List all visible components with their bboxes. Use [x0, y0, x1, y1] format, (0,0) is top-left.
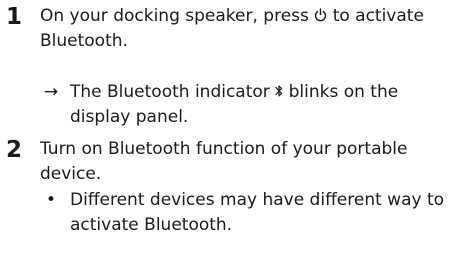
result-text-before: The Bluetooth indicator: [70, 82, 270, 102]
step-number: 1: [6, 4, 23, 30]
power-icon: [314, 4, 327, 29]
result-text: The Bluetooth indicator blinks on the di…: [70, 80, 455, 130]
bullet-icon: •: [45, 190, 57, 210]
step-number: 2: [6, 137, 23, 163]
step-text: Turn on Bluetooth function of your porta…: [40, 139, 408, 184]
step-text: On your docking speaker, press to activa…: [40, 4, 440, 54]
note-text: Different devices may have different way…: [70, 190, 445, 235]
step-text-before: On your docking speaker, press: [40, 6, 309, 26]
bluetooth-icon: [275, 80, 283, 105]
result-arrow-icon: →: [43, 82, 59, 102]
